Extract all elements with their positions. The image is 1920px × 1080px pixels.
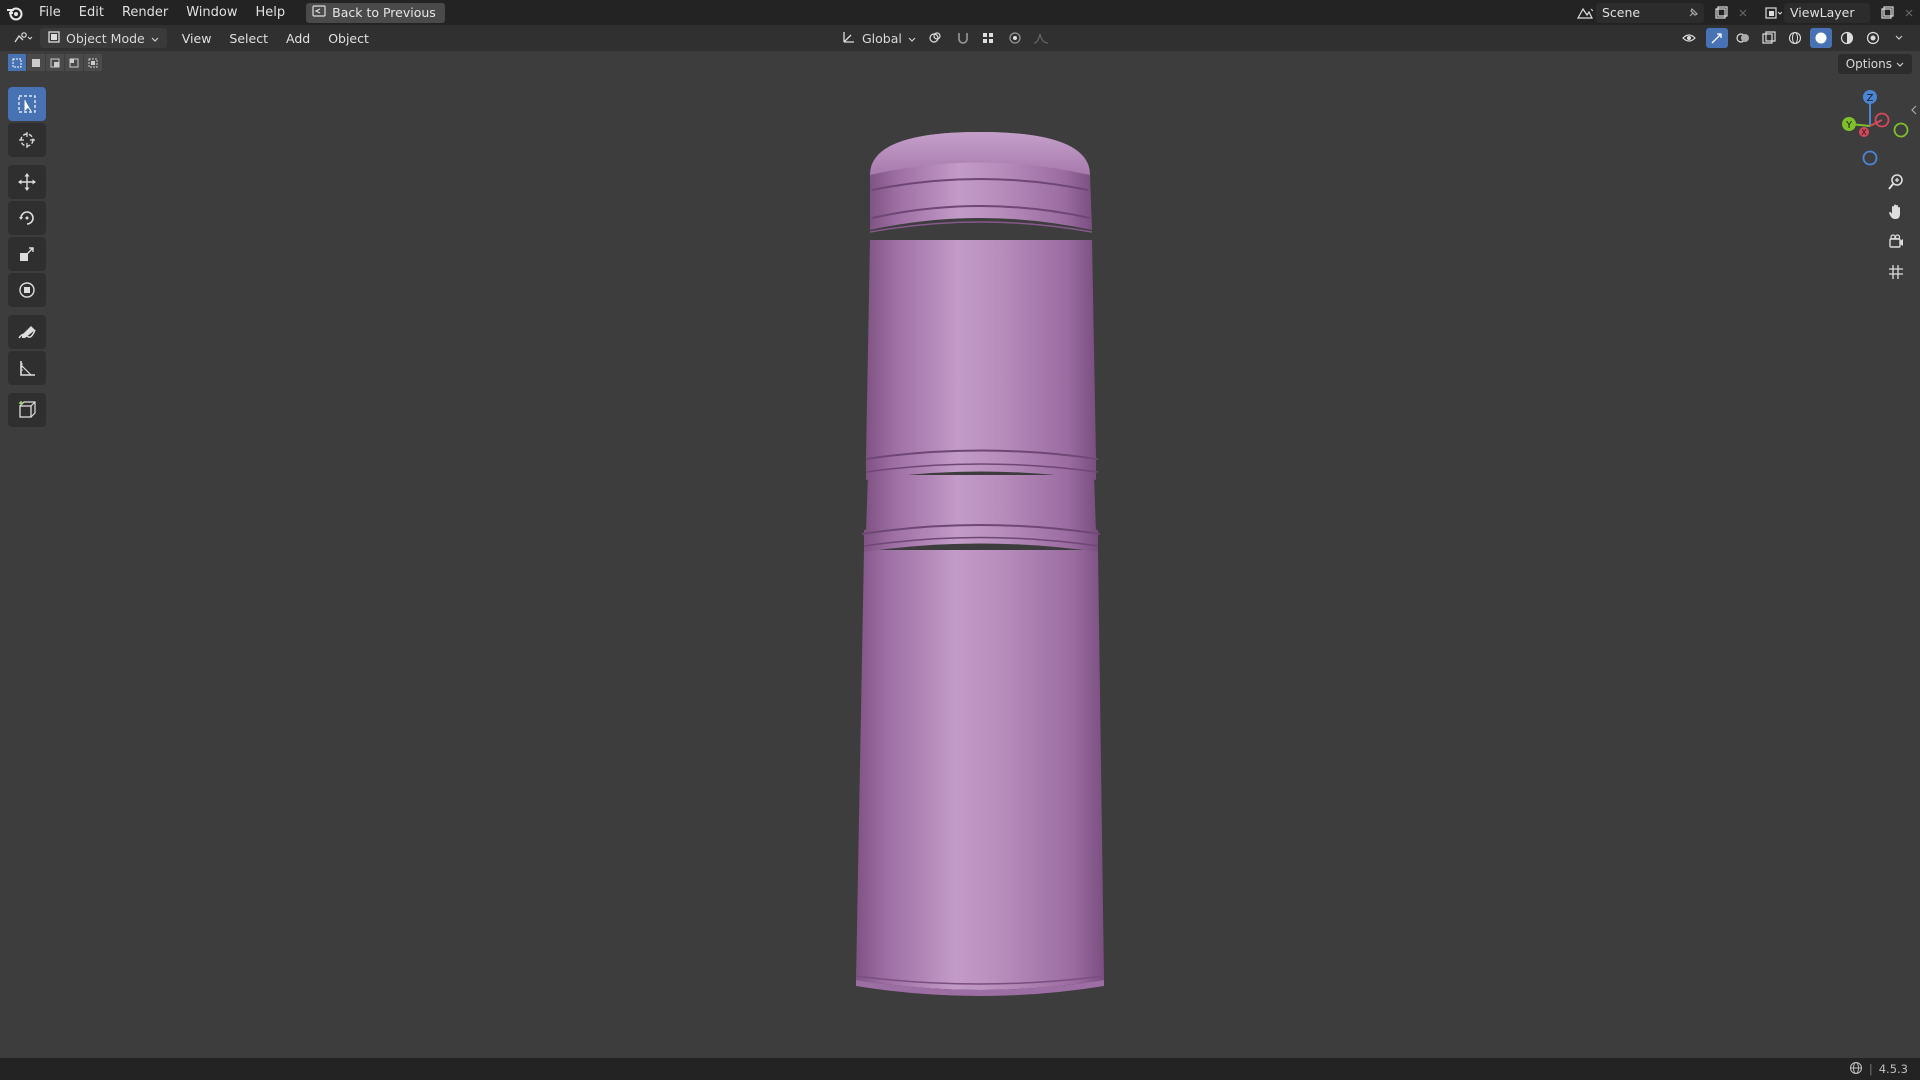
select-extend-icon[interactable] — [27, 54, 45, 71]
select-subtract-icon[interactable] — [46, 54, 64, 71]
remove-viewlayer-icon[interactable] — [1898, 3, 1920, 23]
object-mode-icon — [48, 30, 60, 46]
snap-toggle-icon[interactable] — [952, 28, 974, 48]
tool-shelf — [8, 87, 48, 429]
transform-tool[interactable] — [8, 273, 46, 307]
cursor-tool[interactable] — [8, 123, 46, 157]
pin-icon[interactable] — [1682, 3, 1704, 23]
gizmo-z-label: Z — [1867, 93, 1874, 104]
annotate-tool[interactable] — [8, 315, 46, 349]
purple-cylinder-model[interactable] — [840, 120, 1120, 1000]
viewlayer-field[interactable]: ViewLayer — [1784, 2, 1870, 23]
viewlayer-name: ViewLayer — [1790, 5, 1855, 20]
editor-type-icon[interactable] — [12, 28, 34, 48]
select-invert-icon[interactable] — [65, 54, 83, 71]
status-bar: | 4.5.3 — [0, 1058, 1920, 1080]
menu-render[interactable]: Render — [113, 0, 177, 25]
xray-toggle-icon[interactable] — [1758, 28, 1780, 48]
orientation-select[interactable]: Global — [836, 28, 922, 48]
options-label: Options — [1845, 57, 1892, 71]
orientation-icon — [842, 30, 856, 47]
move-tool[interactable] — [8, 165, 46, 199]
menu-edit[interactable]: Edit — [70, 0, 113, 25]
gizmo-neg-y-axis[interactable] — [1893, 122, 1909, 138]
proportional-edit-icon[interactable] — [1004, 28, 1026, 48]
options-dropdown[interactable]: Options — [1837, 54, 1912, 74]
transform-tools: Global — [836, 25, 1052, 51]
select-new-icon[interactable] — [8, 54, 26, 71]
chevron-down-icon — [908, 31, 916, 46]
select-box-tool[interactable] — [8, 87, 46, 121]
back-to-previous-label: Back to Previous — [332, 5, 436, 20]
network-globe-icon — [1849, 1061, 1863, 1078]
menu-window[interactable]: Window — [177, 0, 246, 25]
material-shading-icon[interactable] — [1836, 28, 1858, 48]
select-mode-buttons — [8, 54, 102, 71]
orientation-label: Global — [862, 30, 902, 46]
menu-object[interactable]: Object — [319, 31, 378, 46]
back-to-previous-button[interactable]: Back to Previous — [306, 2, 445, 23]
overlays-icon[interactable] — [1732, 28, 1754, 48]
object-mode-label: Object Mode — [66, 30, 145, 46]
blender-logo-icon[interactable] — [0, 0, 30, 25]
rendered-shading-icon[interactable] — [1862, 28, 1884, 48]
menu-add[interactable]: Add — [277, 31, 319, 46]
wireframe-shading-icon[interactable] — [1784, 28, 1806, 48]
version-label: 4.5.3 — [1878, 1062, 1908, 1076]
visibility-icon[interactable] — [1680, 28, 1702, 48]
top-menu-bar: File Edit Render Window Help Back to Pre… — [0, 0, 1920, 25]
version-info: | 4.5.3 — [1849, 1058, 1908, 1080]
viewport-display-controls — [1680, 25, 1910, 51]
chevron-down-icon[interactable] — [1888, 28, 1910, 48]
viewlayer-selector-icon[interactable] — [1762, 3, 1784, 23]
menu-file[interactable]: File — [30, 0, 70, 25]
chevron-down-icon — [1896, 57, 1904, 71]
top-right-controls: Scene ViewLayer — [1574, 0, 1920, 25]
status-separator: | — [1868, 1062, 1873, 1076]
chevron-down-icon — [151, 31, 159, 46]
scene-selector-icon[interactable] — [1574, 3, 1596, 23]
camera-view-icon[interactable] — [1882, 228, 1910, 256]
snap-target-icon[interactable] — [978, 28, 1000, 48]
navigation-gizmo[interactable]: Z Y X — [1830, 86, 1910, 166]
pivot-point-icon[interactable] — [926, 28, 948, 48]
new-scene-icon[interactable] — [1710, 3, 1732, 23]
viewport-header: Object Mode View Select Add Object Globa… — [0, 25, 1920, 51]
select-intersect-icon[interactable] — [84, 54, 102, 71]
back-icon — [312, 5, 326, 20]
add-cube-tool[interactable] — [8, 393, 46, 427]
scale-tool[interactable] — [8, 237, 46, 271]
rotate-tool[interactable] — [8, 201, 46, 235]
zoom-icon[interactable] — [1882, 168, 1910, 196]
collapse-sidebar-icon[interactable] — [1910, 104, 1918, 119]
gizmo-x-label: X — [1861, 128, 1867, 137]
new-viewlayer-icon[interactable] — [1876, 3, 1898, 23]
measure-tool[interactable] — [8, 351, 46, 385]
scene-field[interactable]: Scene — [1596, 2, 1704, 23]
object-mode-select[interactable]: Object Mode — [40, 28, 167, 48]
menu-view[interactable]: View — [173, 31, 221, 46]
gizmo-toggle-icon[interactable] — [1706, 28, 1728, 48]
orthographic-toggle-icon[interactable] — [1882, 258, 1910, 286]
scene-name: Scene — [1602, 5, 1641, 20]
pan-hand-icon[interactable] — [1882, 198, 1910, 226]
solid-shading-icon[interactable] — [1810, 28, 1832, 48]
gizmo-neg-z-axis[interactable] — [1862, 150, 1878, 166]
remove-scene-icon[interactable] — [1732, 3, 1754, 23]
falloff-icon[interactable] — [1030, 28, 1052, 48]
gizmo-y-label: Y — [1845, 120, 1853, 131]
menu-select[interactable]: Select — [220, 31, 277, 46]
menu-help[interactable]: Help — [247, 0, 295, 25]
